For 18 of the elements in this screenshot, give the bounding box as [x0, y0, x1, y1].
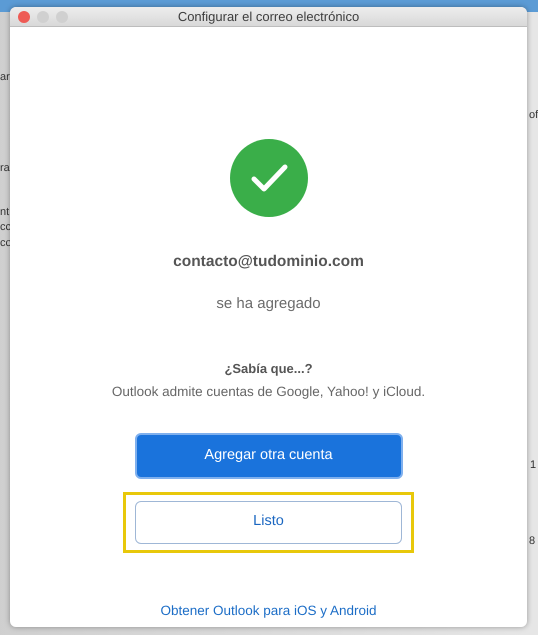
- action-button[interactable]: Agregar otra cuenta: [134, 432, 402, 478]
- tip-title: ¿Sabía que...?: [224, 360, 313, 378]
- status-message: se ha agregado: [216, 294, 321, 314]
- text-fragment: 8: [529, 536, 536, 547]
- close-button[interactable]: [18, 11, 30, 23]
- text-fragment: nt: [0, 207, 10, 218]
- text-fragment: ra: [0, 163, 10, 174]
- zoom-button[interactable]: [56, 11, 68, 23]
- text-fragment: 1: [530, 460, 536, 471]
- email-address: contacto@tudominio.com: [173, 252, 364, 272]
- text-fragment: of: [529, 110, 538, 121]
- text-fragment: ar: [0, 72, 10, 83]
- text-fragment: cc: [0, 222, 11, 233]
- tip-text: Outlook admite cuentas de Google, Yahoo! y iCloud.: [112, 383, 426, 402]
- window-title: Configurar el correo electrónico: [178, 8, 360, 26]
- action-button[interactable]: Listo: [135, 500, 402, 544]
- download-link[interactable]: Obtener Outlook para iOS y Android: [160, 600, 377, 621]
- minimize-button[interactable]: [37, 11, 49, 23]
